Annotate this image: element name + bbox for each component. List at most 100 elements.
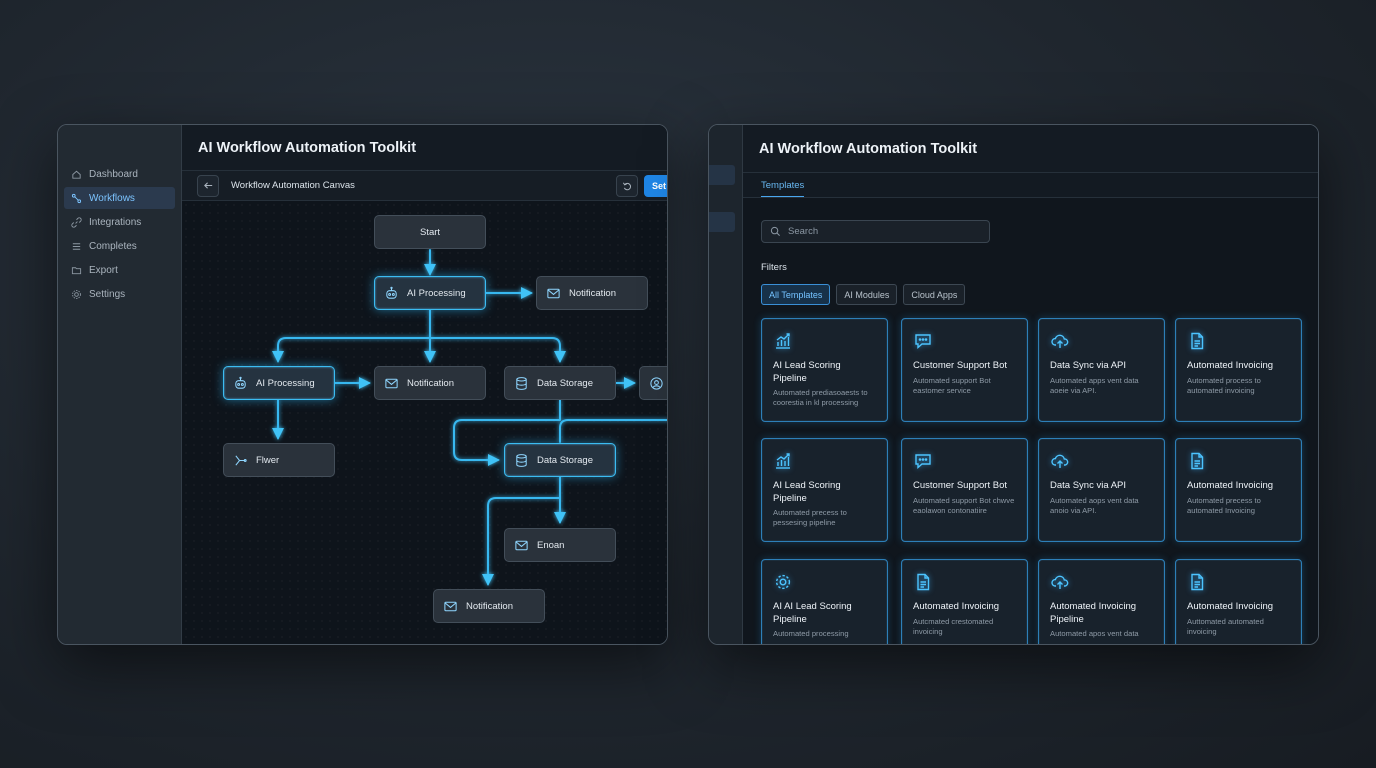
card-title: Automated Invoicing: [1187, 360, 1274, 371]
card-title: AI Lead Scoring Pipeline: [773, 480, 841, 504]
tab-templates[interactable]: Templates: [761, 180, 805, 197]
rail-item[interactable]: [709, 165, 735, 185]
node-label: AI Processing: [256, 377, 315, 389]
card-title: Automated Invoicing Pipeline: [1050, 601, 1137, 625]
workflow-icon: [71, 193, 82, 203]
document-icon: [1187, 451, 1291, 471]
node-label: Notification: [569, 287, 616, 299]
card-title: Customer Support Bot: [913, 480, 1007, 491]
template-card[interactable]: AI AI Lead Scoring Pipeline Automated pro…: [761, 559, 888, 644]
cloud-upload-icon: [1050, 331, 1154, 351]
card-description: Automated precess to automated Invoicing: [1187, 495, 1261, 515]
sidebar-item-integrations[interactable]: Integrations: [64, 211, 175, 233]
node-start[interactable]: Start: [374, 215, 486, 249]
template-card[interactable]: Automated Invoicing Autcmated crestomated…: [901, 559, 1028, 644]
sidebar-item-workflows[interactable]: Workflows: [64, 187, 175, 209]
collapsed-sidebar: [709, 125, 743, 644]
filter-all-templates[interactable]: All Templates: [761, 284, 831, 305]
sidebar-item-label: Dashboard: [89, 168, 138, 180]
sidebar-item-completes[interactable]: Completes: [64, 235, 175, 257]
node-label: Enoan: [537, 539, 565, 551]
node-label: AI Processing: [407, 287, 466, 299]
canvas-toolbar: Workflow Automation Canvas Set: [182, 171, 667, 201]
page-title: AI Workflow Automation Toolkit: [182, 125, 667, 171]
sidebar-item-label: Integrations: [89, 216, 142, 228]
card-description: Automated aops vent data anoio via API.: [1050, 495, 1139, 515]
card-description: Automated precess to pessesing pipeline: [773, 508, 847, 527]
node-label: Start: [419, 226, 441, 238]
node-notification-mid[interactable]: Notification: [374, 366, 486, 400]
search-placeholder: Search: [788, 226, 819, 237]
template-card[interactable]: Automated Invoicing Automated process to …: [1175, 318, 1302, 422]
filter-ai-modules[interactable]: AI Modules: [836, 284, 898, 305]
node-data-storage-mid[interactable]: Data Storage: [504, 366, 616, 400]
rail-item[interactable]: [709, 212, 735, 232]
node-email[interactable]: Enoan: [504, 528, 616, 562]
filter-chips: All Templates AI Modules Cloud Apps: [761, 284, 966, 305]
document-icon: [1187, 572, 1291, 592]
canvas-title: Workflow Automation Canvas: [231, 180, 355, 191]
robot-icon: [235, 376, 246, 389]
card-description: Automated processing: [773, 629, 849, 638]
sidebar-item-export[interactable]: Export: [64, 259, 175, 281]
template-card[interactable]: Automated Invoicing Pipeline Automated ap…: [1038, 559, 1165, 644]
template-card[interactable]: Automated Invoicing Auttomated automated …: [1175, 559, 1302, 644]
canvas-panel: AI Workflow Automation Toolkit Workflow …: [182, 125, 667, 644]
home-icon: [72, 170, 81, 179]
page-title: AI Workflow Automation Toolkit: [743, 125, 1318, 173]
card-description: Automated prediasoaests to coorestia in …: [773, 388, 868, 407]
template-card[interactable]: Automated Invoicing Automated precess to …: [1175, 438, 1302, 542]
node-partial-right[interactable]: [639, 366, 667, 400]
chat-icon: [913, 331, 1017, 351]
node-notification-top[interactable]: Notification: [536, 276, 648, 310]
search-input[interactable]: Search: [761, 220, 990, 243]
mail-icon: [515, 540, 528, 550]
card-title: Automated Invoicing: [913, 601, 1000, 612]
template-card[interactable]: AI Lead Scoring Pipeline Automated preces…: [761, 438, 888, 542]
templates-window: AI Workflow Automation Toolkit Templates…: [708, 124, 1319, 645]
document-icon: [913, 572, 1017, 592]
node-notification-bottom[interactable]: Notification: [433, 589, 545, 623]
template-card[interactable]: AI Lead Scoring Pipeline Automated predia…: [761, 318, 888, 422]
templates-panel: AI Workflow Automation Toolkit Templates…: [743, 125, 1318, 644]
chat-icon: [913, 451, 1017, 471]
back-button[interactable]: [197, 174, 219, 197]
card-title: Customer Support Bot: [913, 360, 1007, 371]
node-label: Notification: [407, 377, 454, 389]
template-card[interactable]: Data Sync via API Automated apps vent dat…: [1038, 318, 1165, 422]
card-title: AI AI Lead Scoring Pipeline: [773, 601, 852, 625]
card-description: Automated process to automated invoicing: [1187, 375, 1261, 395]
gear-icon: [72, 289, 81, 299]
node-label: Data Storage: [537, 377, 593, 389]
workflow-canvas[interactable]: Start AI Processing Notification AI Proc…: [182, 201, 667, 644]
card-description: Automated support Bot chwve eaolawon con…: [913, 495, 1015, 515]
node-ai-processing-left[interactable]: AI Processing: [223, 366, 335, 400]
node-label: Flwer: [256, 454, 280, 466]
node-ai-processing-top[interactable]: AI Processing: [374, 276, 486, 310]
document-icon: [1187, 331, 1291, 351]
sidebar-item-settings[interactable]: Settings: [64, 283, 175, 305]
template-card[interactable]: Customer Support Bot Automated support Bo…: [901, 438, 1028, 542]
set-button[interactable]: Set: [644, 175, 667, 197]
list-icon: [72, 242, 81, 250]
node-flow[interactable]: Flwer: [223, 443, 335, 477]
card-title: Data Sync via API: [1050, 360, 1127, 371]
template-card[interactable]: Data Sync via API Automated aops vent dat…: [1038, 438, 1165, 542]
mail-icon: [385, 378, 398, 388]
card-title: Data Sync via API: [1050, 480, 1127, 491]
sidebar-item-dashboard[interactable]: Dashboard: [64, 163, 175, 185]
undo-icon: [622, 182, 631, 190]
card-description: Autcmated crestomated invoicing: [913, 616, 994, 636]
sidebar-item-label: Workflows: [89, 192, 135, 204]
flow-icon: [235, 454, 247, 466]
undo-button[interactable]: [616, 175, 638, 197]
node-data-storage-lower[interactable]: Data Storage: [504, 443, 616, 477]
cloud-upload-icon: [1050, 572, 1154, 592]
filter-cloud-apps[interactable]: Cloud Apps: [903, 284, 966, 305]
template-card[interactable]: Customer Support Bot Automated support Bo…: [901, 318, 1028, 422]
card-title: Automated Invoicing: [1187, 480, 1274, 491]
link-icon: [71, 216, 82, 228]
mail-icon: [444, 601, 457, 611]
filters-label: Filters: [761, 262, 787, 273]
connector-lines: [272, 249, 667, 586]
